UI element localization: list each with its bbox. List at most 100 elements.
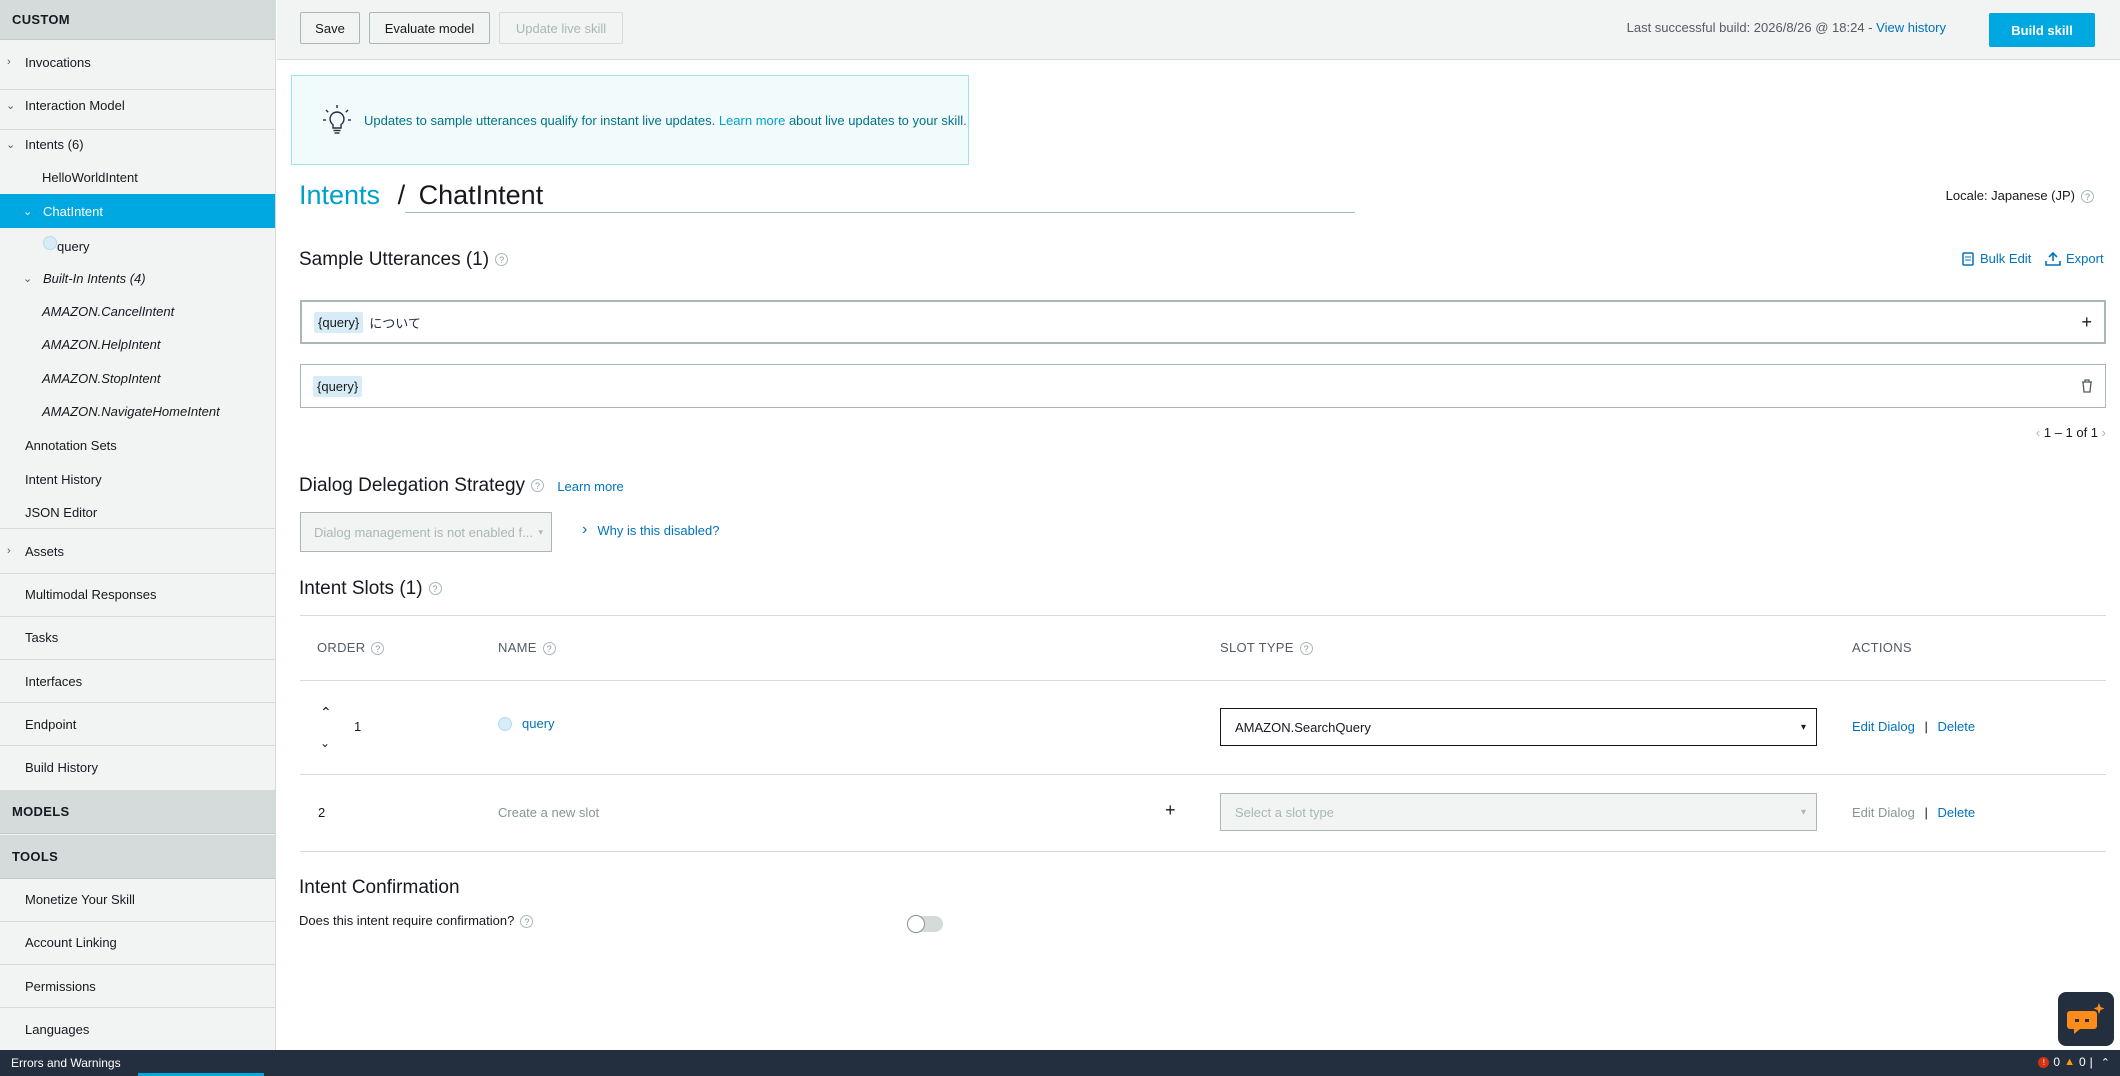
- confirmation-toggle[interactable]: [907, 915, 943, 933]
- action-divider: |: [1924, 805, 1928, 820]
- sidebar-item-slot-query[interactable]: query: [0, 231, 275, 261]
- move-down-icon[interactable]: ⌄: [320, 736, 330, 750]
- slot-chip: {query}: [313, 375, 363, 397]
- sidebar-item-account-linking[interactable]: Account Linking: [0, 927, 275, 957]
- delete-link[interactable]: Delete: [1938, 805, 1976, 820]
- chevron-up-icon[interactable]: ⌃: [2101, 1056, 2110, 1069]
- view-history-link[interactable]: View history: [1876, 20, 1946, 35]
- sidebar-item-interfaces[interactable]: Interfaces: [0, 666, 275, 696]
- column-header-actions: ACTIONS: [1852, 640, 1912, 655]
- dialog-strategy-dropdown[interactable]: Dialog management is not enabled f... ▾: [300, 512, 552, 552]
- banner-learn-more-link[interactable]: Learn more: [719, 113, 785, 128]
- move-up-icon[interactable]: ⌃: [320, 704, 332, 721]
- breadcrumb-intents-link[interactable]: Intents: [299, 180, 380, 210]
- new-slot-input[interactable]: Create a new slot: [498, 805, 599, 820]
- slot-icon: [43, 236, 57, 250]
- sidebar-item-helloworldintent[interactable]: HelloWorldIntent: [0, 162, 275, 192]
- sidebar-item-interaction-model[interactable]: ⌄ Interaction Model: [0, 90, 275, 120]
- chat-assistant-button[interactable]: [2058, 992, 2114, 1046]
- sidebar-item-languages[interactable]: Languages: [0, 1014, 275, 1044]
- sidebar-item-label: query: [57, 238, 90, 254]
- locale-text: Locale: Japanese (JP): [1945, 188, 2075, 203]
- pagination-prev-icon[interactable]: ‹: [2036, 425, 2040, 440]
- help-icon[interactable]: ?: [1299, 642, 1313, 656]
- divider: [0, 528, 275, 529]
- help-icon[interactable]: ?: [531, 479, 545, 493]
- errors-warnings-tab[interactable]: Errors and Warnings: [11, 1056, 121, 1070]
- chevron-right-icon: ›: [7, 545, 11, 557]
- build-skill-button[interactable]: Build skill: [1989, 13, 2095, 47]
- bulk-edit-link[interactable]: Bulk Edit: [1962, 251, 2031, 266]
- chevron-down-icon: ⌄: [6, 138, 16, 151]
- evaluate-model-button[interactable]: Evaluate model: [369, 12, 490, 44]
- add-utterance-icon[interactable]: +: [2081, 312, 2092, 333]
- pagination-next-icon[interactable]: ›: [2102, 425, 2106, 440]
- column-header-slot-type: SLOT TYPE?: [1220, 640, 1313, 656]
- save-button[interactable]: Save: [300, 12, 360, 44]
- locale-label: Locale: Japanese (JP)?: [1945, 188, 2094, 204]
- why-disabled-link[interactable]: › Why is this disabled?: [582, 521, 719, 539]
- help-icon[interactable]: ?: [371, 642, 385, 656]
- sidebar-item-monetize[interactable]: Monetize Your Skill: [0, 884, 275, 914]
- slot-name-link[interactable]: query: [498, 716, 555, 731]
- sidebar-item-endpoint[interactable]: Endpoint: [0, 709, 275, 739]
- sidebar-item-intents[interactable]: ⌄ Intents (6): [0, 129, 275, 159]
- sidebar-item-label: Tasks: [25, 629, 59, 645]
- sidebar-item-label: Multimodal Responses: [25, 586, 157, 602]
- section-header-models[interactable]: MODELS: [0, 790, 275, 834]
- sidebar-item-navigatehomeintent[interactable]: AMAZON.NavigateHomeIntent: [0, 396, 275, 426]
- intent-name-field[interactable]: ChatIntent: [419, 180, 544, 210]
- help-icon[interactable]: ?: [495, 253, 509, 267]
- sidebar-item-annotation-sets[interactable]: Annotation Sets: [0, 430, 275, 460]
- table-top-border: [300, 615, 2106, 616]
- sidebar-item-tasks[interactable]: Tasks: [0, 622, 275, 652]
- sidebar-item-assets[interactable]: › Assets: [0, 536, 275, 566]
- caret-down-icon: ▾: [538, 526, 543, 537]
- sidebar-item-invocations[interactable]: › Invocations: [0, 47, 275, 77]
- section-header-tools[interactable]: TOOLS: [0, 835, 275, 879]
- status-bar: Errors and Warnings ! 0 ▲ 0 | ⌃: [0, 1050, 2120, 1076]
- help-icon[interactable]: ?: [520, 915, 534, 929]
- sidebar-item-label: AMAZON.HelpIntent: [42, 336, 161, 352]
- sidebar-item-helpintent[interactable]: AMAZON.HelpIntent: [0, 329, 275, 359]
- slot-type-select[interactable]: AMAZON.SearchQuery ▾: [1220, 708, 1817, 746]
- dialog-learn-more-link[interactable]: Learn more: [557, 479, 623, 494]
- sidebar-item-label: Invocations: [25, 54, 91, 70]
- caret-down-icon: ▾: [1800, 721, 1806, 733]
- trash-icon[interactable]: [2081, 379, 2093, 393]
- bulk-edit-label: Bulk Edit: [1980, 251, 2032, 266]
- utterance-row[interactable]: {query}: [300, 364, 2106, 408]
- chat-bubble-icon: [2067, 1003, 2105, 1034]
- sidebar-item-label: AMAZON.StopIntent: [42, 370, 161, 386]
- status-counts[interactable]: ! 0 ▲ 0 | ⌃: [2038, 1055, 2110, 1069]
- divider: [0, 702, 275, 703]
- delete-link[interactable]: Delete: [1938, 719, 1976, 734]
- export-link[interactable]: Export: [2045, 251, 2104, 266]
- update-live-skill-button[interactable]: Update live skill: [499, 12, 623, 44]
- help-icon[interactable]: ?: [2081, 190, 2094, 204]
- divider: [0, 616, 275, 617]
- slot-chip: {query}: [314, 311, 364, 333]
- sidebar-item-built-in-intents[interactable]: ⌄ Built-In Intents (4): [0, 263, 275, 293]
- sidebar-item-multimodal-responses[interactable]: Multimodal Responses: [0, 579, 275, 609]
- sidebar-item-chatintent[interactable]: ⌄ ChatIntent: [0, 194, 275, 228]
- sidebar-item-stopintent[interactable]: AMAZON.StopIntent: [0, 363, 275, 393]
- edit-dialog-link[interactable]: Edit Dialog: [1852, 719, 1915, 734]
- edit-dialog-link[interactable]: Edit Dialog: [1852, 805, 1915, 820]
- new-utterance-input[interactable]: {query} について +: [300, 300, 2106, 344]
- sidebar-item-permissions[interactable]: Permissions: [0, 971, 275, 1001]
- banner-text-before: Updates to sample utterances qualify for…: [364, 112, 716, 128]
- help-icon[interactable]: ?: [542, 642, 556, 656]
- sidebar-item-json-editor[interactable]: JSON Editor: [0, 497, 275, 527]
- header-text: ORDER: [317, 640, 366, 655]
- help-icon[interactable]: ?: [428, 582, 442, 596]
- sidebar-item-intent-history[interactable]: Intent History: [0, 464, 275, 494]
- sidebar-item-cancelintent[interactable]: AMAZON.CancelIntent: [0, 296, 275, 326]
- slot-icon: [498, 716, 512, 731]
- new-slot-type-select[interactable]: Select a slot type ▾: [1220, 793, 1817, 831]
- add-slot-icon[interactable]: +: [1165, 800, 1176, 821]
- toolbar: Save Evaluate model Update live skill La…: [277, 0, 2120, 60]
- last-build-info: Last successful build: 2026/8/26 @ 18:24…: [1627, 20, 1946, 35]
- sidebar-item-build-history[interactable]: Build History: [0, 752, 275, 782]
- chevron-down-icon: ⌄: [6, 99, 16, 112]
